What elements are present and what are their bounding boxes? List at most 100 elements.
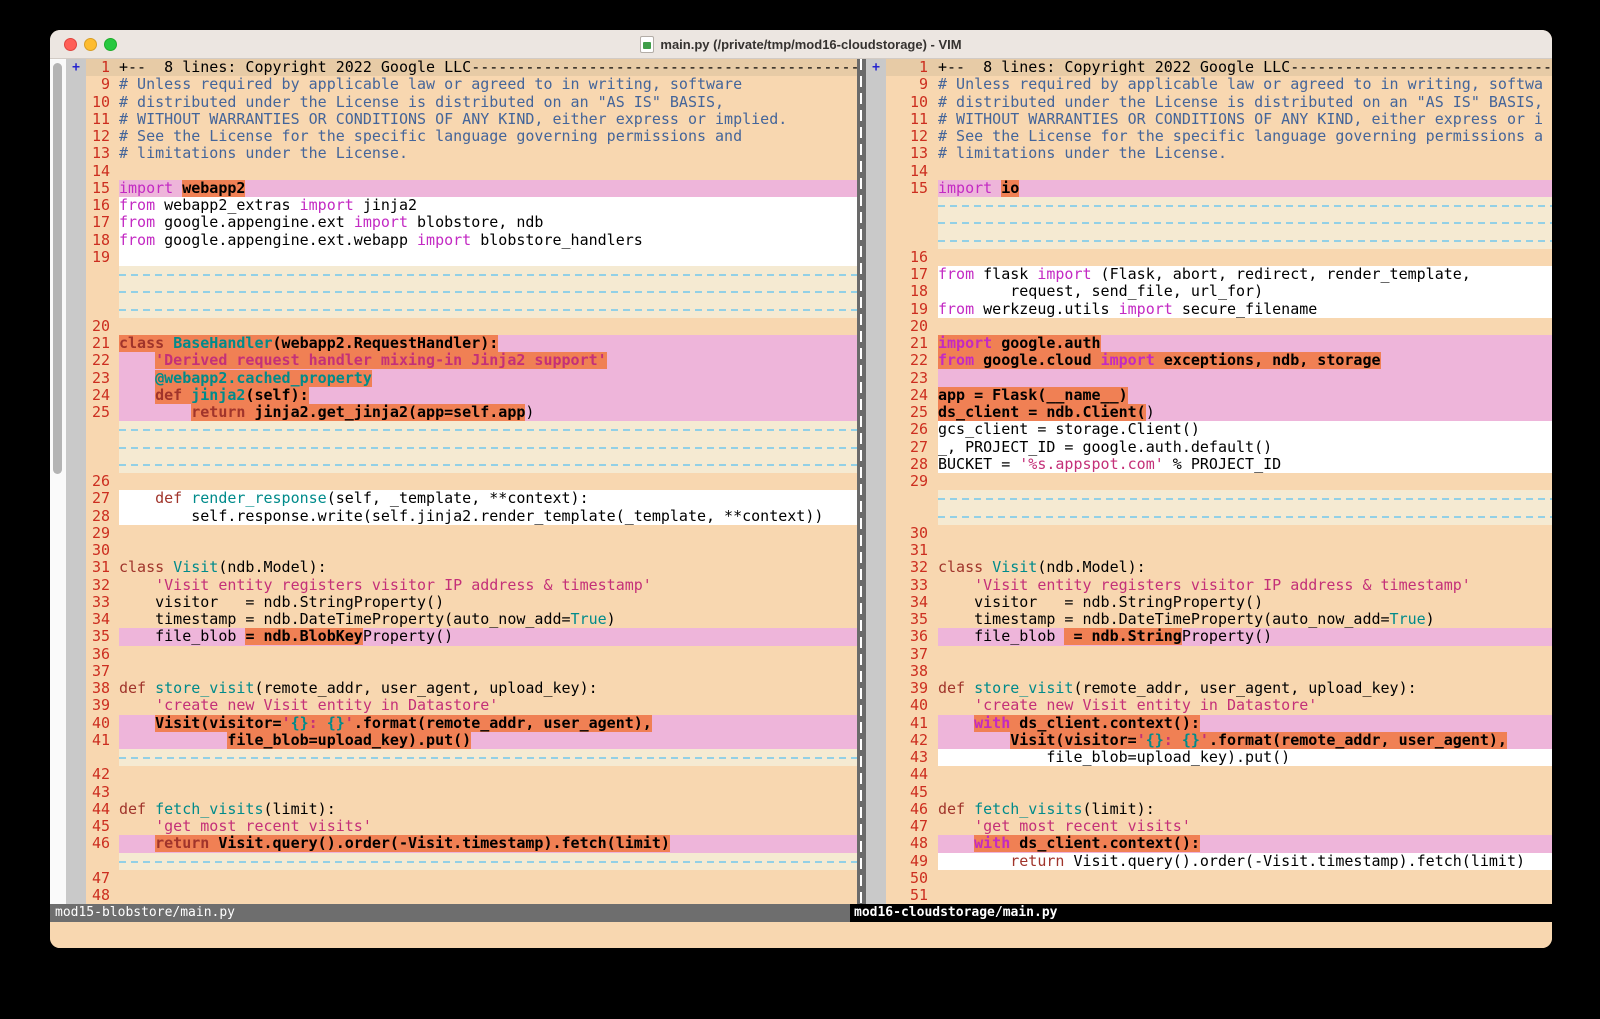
- scrollbar-thumb[interactable]: [53, 63, 62, 474]
- line-number: [86, 301, 119, 318]
- diff-pane-left: + 1+-- 8 lines: Copyright 2022 Google LL…: [66, 59, 857, 904]
- line-text: def store_visit(remote_addr, user_agent,…: [119, 680, 857, 697]
- line-number: 9: [86, 76, 119, 93]
- code-line: 17from google.appengine.ext import blobs…: [86, 214, 857, 231]
- statusline-active[interactable]: mod16-cloudstorage/main.py: [850, 904, 1552, 922]
- line-text: BUCKET = '%s.appspot.com' % PROJECT_ID: [938, 456, 1552, 473]
- line-number: [86, 266, 119, 283]
- line-number: [86, 749, 119, 766]
- line-number: 16: [886, 249, 938, 266]
- line-text: # WITHOUT WARRANTIES OR CONDITIONS OF AN…: [119, 111, 857, 128]
- line-number: 34: [886, 594, 938, 611]
- line-text: from google.appengine.ext import blobsto…: [119, 214, 857, 231]
- zoom-button[interactable]: [104, 38, 117, 51]
- line-text: [119, 525, 857, 542]
- line-text: [119, 421, 857, 438]
- code-line: 16from webapp2_extras import jinja2: [86, 197, 857, 214]
- line-text: 'get most recent visits': [938, 818, 1552, 835]
- line-text: Visit(visitor='{}: {}'.format(remote_add…: [938, 732, 1552, 749]
- line-number: 39: [86, 697, 119, 714]
- line-text: [119, 283, 857, 300]
- diff-filler-line: [86, 439, 857, 456]
- fold-plus-icon[interactable]: +: [72, 60, 80, 75]
- line-text: return jinja2.get_jinja2(app=self.app): [119, 404, 857, 421]
- diff-filler-line: [86, 749, 857, 766]
- line-number: 45: [86, 818, 119, 835]
- line-text: ds_client = ndb.Client(): [938, 404, 1552, 421]
- line-number: 41: [886, 715, 938, 732]
- code-line: 42: [86, 766, 857, 783]
- diff-filler-line: [886, 232, 1552, 249]
- code-area[interactable]: 1+-- 8 lines: Copyright 2022 Google LLC-…: [886, 59, 1552, 904]
- line-text: [938, 232, 1552, 249]
- traffic-lights: [64, 38, 117, 51]
- code-line: 15import webapp2: [86, 180, 857, 197]
- line-text: return Visit.query().order(-Visit.timest…: [938, 853, 1552, 870]
- code-line: 46def fetch_visits(limit):: [886, 801, 1552, 818]
- line-number: 22: [86, 352, 119, 369]
- diff-filler-line: [886, 197, 1552, 214]
- close-button[interactable]: [64, 38, 77, 51]
- line-text: import google.auth: [938, 335, 1552, 352]
- line-text: 'Derived request handler mixing-in Jinja…: [119, 352, 857, 369]
- line-text: [119, 249, 857, 266]
- line-text: [119, 853, 857, 870]
- statusline-inactive[interactable]: mod15-blobstore/main.py: [50, 904, 850, 922]
- line-text: [119, 646, 857, 663]
- line-text: 'Visit entity registers visitor IP addre…: [938, 577, 1552, 594]
- diff-pane-right: + 1+-- 8 lines: Copyright 2022 Google LL…: [866, 59, 1552, 904]
- code-line: 10# distributed under the License is dis…: [86, 94, 857, 111]
- code-line: 29: [86, 525, 857, 542]
- line-number: 22: [886, 352, 938, 369]
- code-line: 41 file_blob=upload_key).put(): [86, 732, 857, 749]
- line-text: import io: [938, 180, 1552, 197]
- code-line: 46 return Visit.query().order(-Visit.tim…: [86, 835, 857, 852]
- fold-plus-icon[interactable]: +: [872, 60, 880, 75]
- title-bar[interactable]: main.py (/private/tmp/mod16-cloudstorage…: [50, 30, 1552, 59]
- line-number: 30: [886, 525, 938, 542]
- line-number: [86, 283, 119, 300]
- line-number: 46: [86, 835, 119, 852]
- code-line: 48: [86, 887, 857, 904]
- code-line: 11# WITHOUT WARRANTIES OR CONDITIONS OF …: [86, 111, 857, 128]
- code-area[interactable]: 1+-- 8 lines: Copyright 2022 Google LLC-…: [86, 59, 857, 904]
- code-line: 19: [86, 249, 857, 266]
- line-number: 18: [886, 283, 938, 300]
- line-text: class Visit(ndb.Model):: [938, 559, 1552, 576]
- line-text: [938, 197, 1552, 214]
- line-text: [938, 163, 1552, 180]
- line-number: 11: [86, 111, 119, 128]
- code-line: 22from google.cloud import exceptions, n…: [886, 352, 1552, 369]
- code-line: 43: [86, 784, 857, 801]
- minimize-button[interactable]: [84, 38, 97, 51]
- line-text: [938, 525, 1552, 542]
- window-divider[interactable]: [857, 59, 866, 904]
- line-text: # Unless required by applicable law or a…: [119, 76, 857, 93]
- line-text: # See the License for the specific langu…: [119, 128, 857, 145]
- line-text: # WITHOUT WARRANTIES OR CONDITIONS OF AN…: [938, 111, 1552, 128]
- diff-filler-line: [86, 456, 857, 473]
- scrollbar-track-left[interactable]: [50, 59, 66, 904]
- line-number: [886, 508, 938, 525]
- line-number: 13: [886, 145, 938, 162]
- line-number: 25: [86, 404, 119, 421]
- line-number: [886, 490, 938, 507]
- line-text: 'create new Visit entity in Datastore': [119, 697, 857, 714]
- code-line: 37: [886, 646, 1552, 663]
- code-line: 23 @webapp2.cached_property: [86, 370, 857, 387]
- diff-filler-line: [886, 508, 1552, 525]
- line-number: 30: [86, 542, 119, 559]
- line-text: _, PROJECT_ID = google.auth.default(): [938, 439, 1552, 456]
- code-line: 28 self.response.write(self.jinja2.rende…: [86, 508, 857, 525]
- code-line: 9# Unless required by applicable law or …: [886, 76, 1552, 93]
- code-line: 42 Visit(visitor='{}: {}'.format(remote_…: [886, 732, 1552, 749]
- line-number: 1: [86, 59, 119, 76]
- code-line: 45 'get most recent visits': [86, 818, 857, 835]
- code-line: 21class BaseHandler(webapp2.RequestHandl…: [86, 335, 857, 352]
- command-line[interactable]: [50, 922, 1552, 948]
- line-number: 9: [886, 76, 938, 93]
- line-number: 37: [86, 663, 119, 680]
- line-number: 40: [886, 697, 938, 714]
- line-text: class Visit(ndb.Model):: [119, 559, 857, 576]
- code-line: 14: [886, 163, 1552, 180]
